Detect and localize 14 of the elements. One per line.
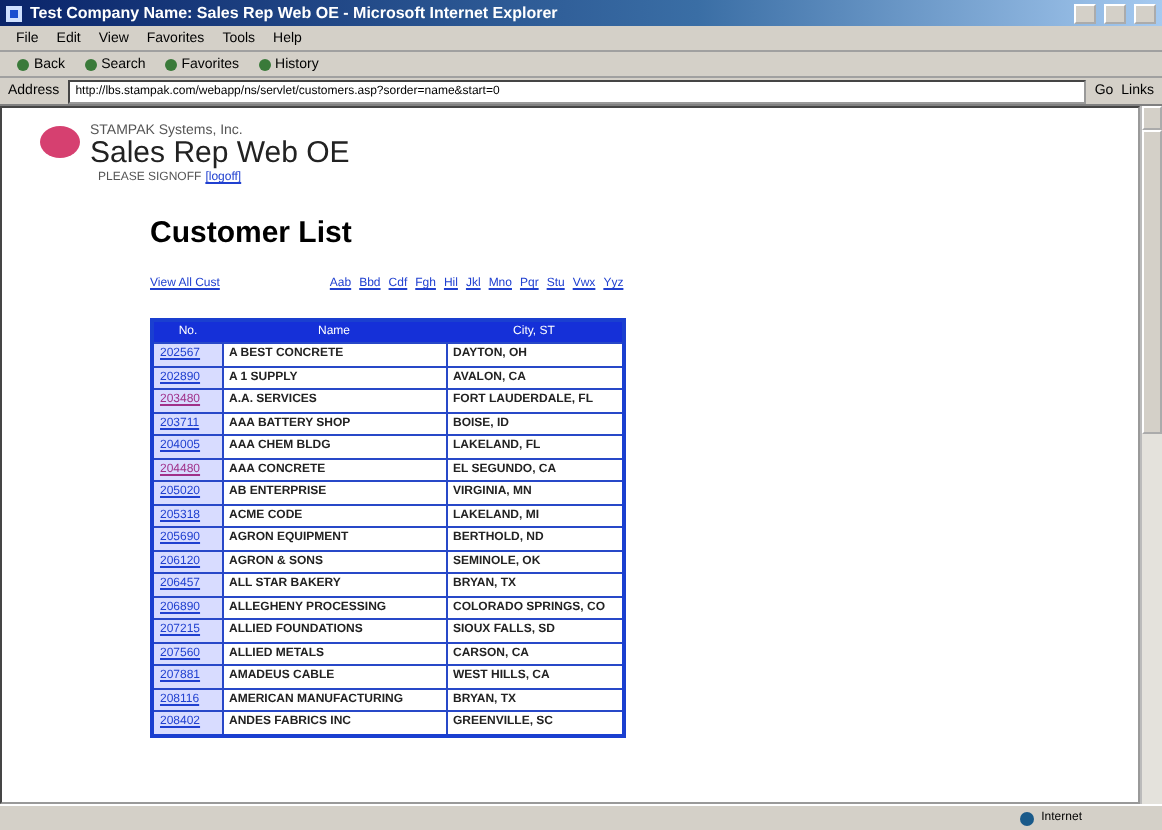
maximize-button[interactable] <box>1104 3 1126 23</box>
app-title: Sales Rep Web OE <box>90 138 350 168</box>
globe-icon <box>1019 811 1034 825</box>
toolbar-icon <box>16 57 30 71</box>
browser-icon <box>6 5 22 21</box>
window-title: Test Company Name: Sales Rep Web OE - Microsoft Internet Explorer <box>30 4 560 22</box>
toolbar-icon <box>83 57 98 71</box>
toolbar-icon <box>257 57 272 71</box>
toolbar-icon <box>163 57 178 71</box>
scrollbar[interactable] <box>1140 106 1162 804</box>
minimize-button[interactable] <box>1074 3 1096 23</box>
page-title: Customer List <box>150 216 354 250</box>
company-logo <box>38 124 82 160</box>
close-button[interactable] <box>1134 3 1156 23</box>
